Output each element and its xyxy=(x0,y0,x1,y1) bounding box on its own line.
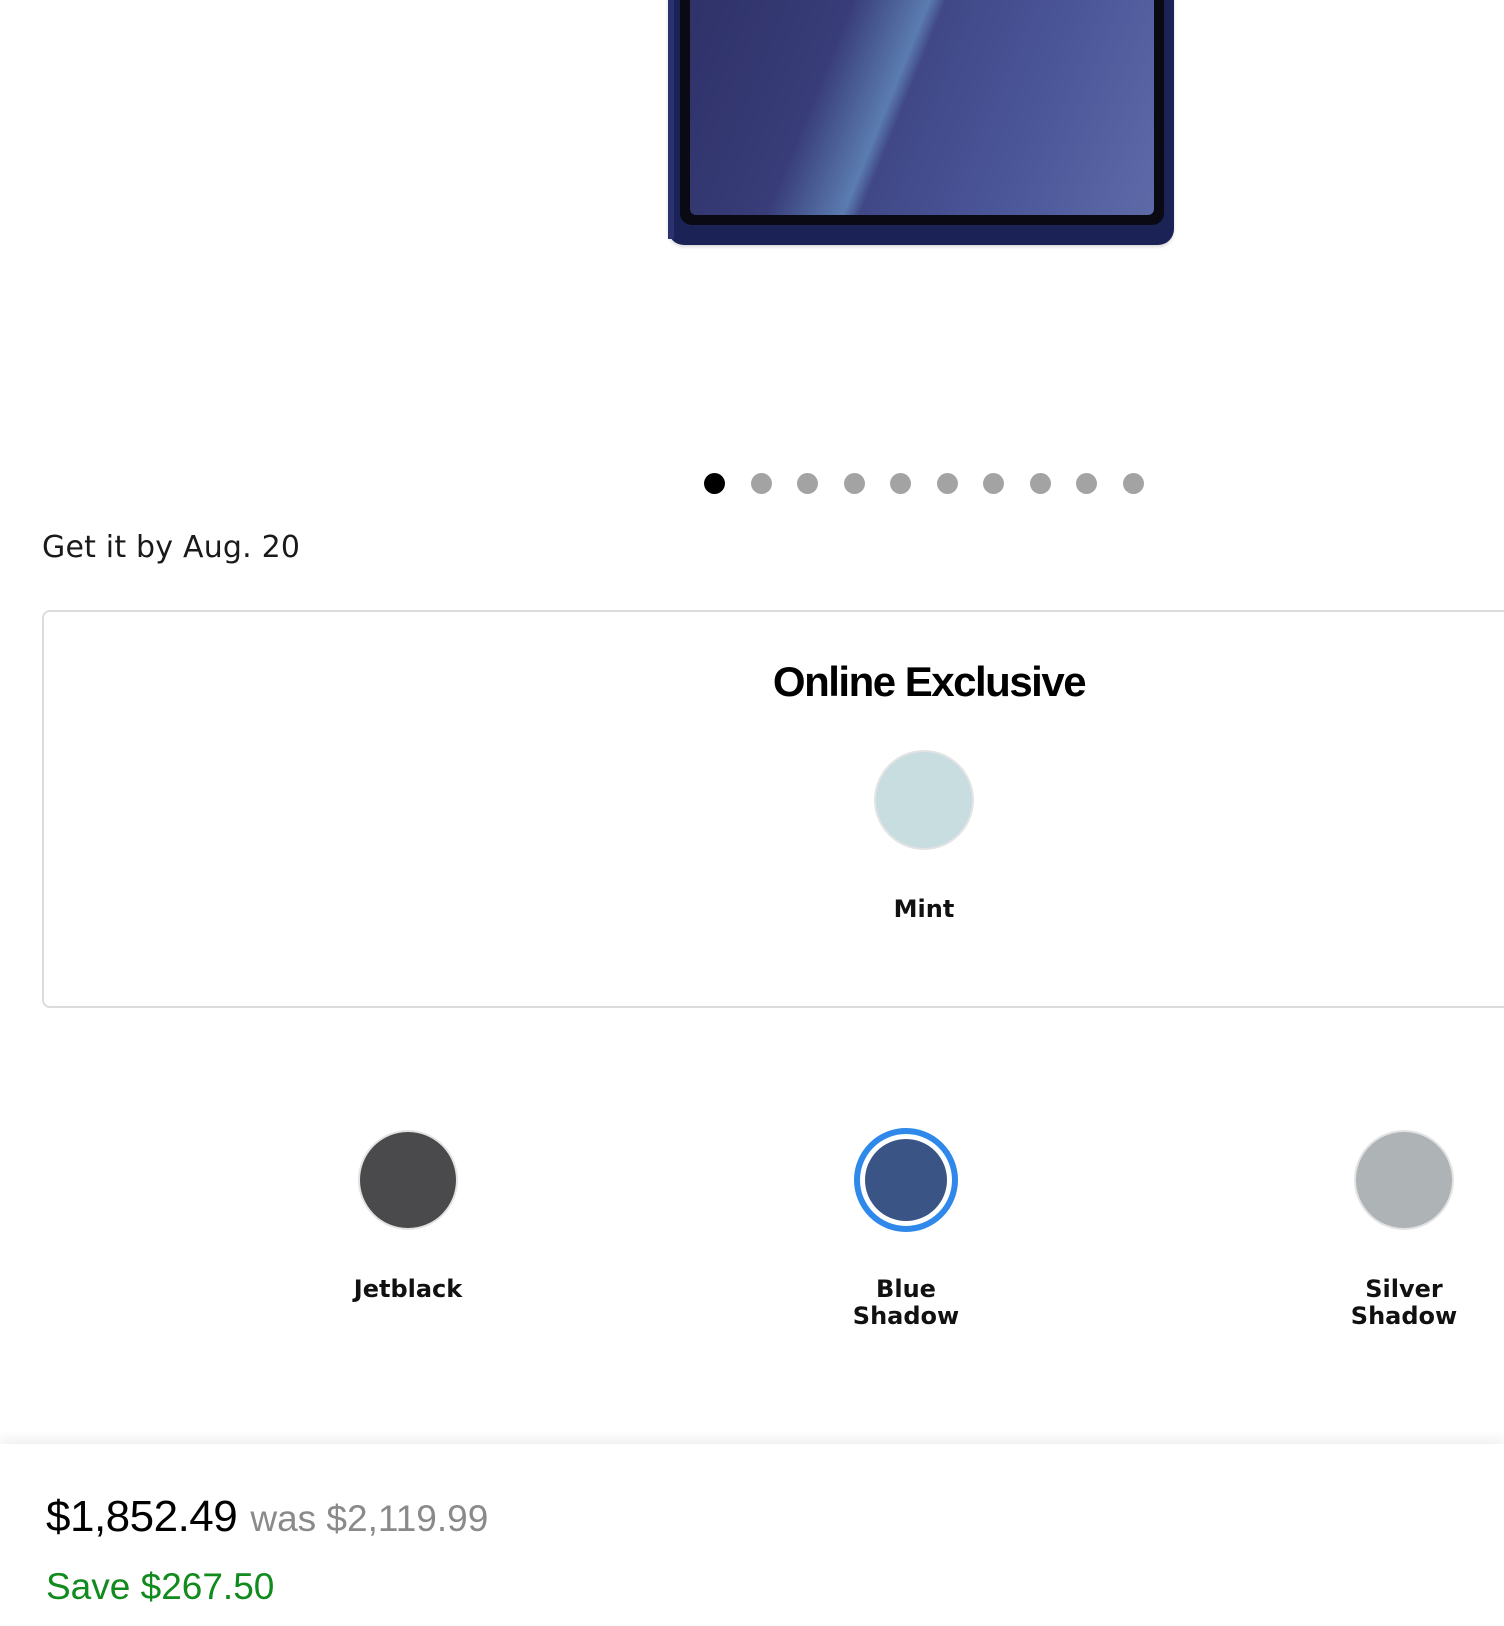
online-exclusive-title: Online Exclusive xyxy=(772,658,1087,705)
swatch-ring xyxy=(356,1128,460,1232)
current-price: $1,852.49 xyxy=(46,1492,238,1541)
swatch-chip xyxy=(865,1139,947,1221)
carousel-dot-10[interactable] xyxy=(1122,473,1144,494)
carousel-pagination xyxy=(704,473,1144,495)
carousel-dot-8[interactable] xyxy=(1029,473,1051,494)
swatch-chip xyxy=(874,750,974,850)
carousel-dot-9[interactable] xyxy=(1076,473,1097,494)
swatch-label: Blue Shadow xyxy=(852,1275,960,1330)
color-swatch-jetblack[interactable]: Jetblack xyxy=(354,1128,462,1303)
device-edge xyxy=(668,0,674,239)
delivery-estimate: Get it by Aug. 20 xyxy=(42,530,301,565)
product-image[interactable] xyxy=(668,0,1174,245)
savings-amount: Save $267.50 xyxy=(46,1566,275,1607)
color-swatch-silver-shadow[interactable]: Silver Shadow xyxy=(1351,1128,1457,1330)
swatch-selected-ring xyxy=(854,1128,958,1232)
device-bezel xyxy=(680,0,1164,225)
carousel-dot-6[interactable] xyxy=(936,473,958,494)
swatch-chip xyxy=(358,1130,458,1230)
price-bar: $1,852.49 was $2,119.99 Save $267.50 xyxy=(0,1444,1504,1626)
swatch-ring xyxy=(1352,1128,1456,1232)
carousel-dot-1[interactable] xyxy=(704,473,725,494)
original-price: was $2,119.99 xyxy=(250,1498,489,1539)
carousel-dot-7[interactable] xyxy=(983,473,1004,494)
swatch-label: Mint xyxy=(893,895,955,923)
carousel-dot-3[interactable] xyxy=(797,473,818,494)
product-image-area xyxy=(0,0,1504,440)
carousel-dot-2[interactable] xyxy=(750,473,772,494)
color-swatch-mint[interactable]: Mint xyxy=(872,748,976,923)
device-screen xyxy=(690,0,1154,215)
color-swatch-blue-shadow[interactable]: Blue Shadow xyxy=(853,1128,959,1330)
swatch-ring xyxy=(872,748,976,852)
price-line: $1,852.49 was $2,119.99 xyxy=(46,1492,488,1542)
carousel-dot-5[interactable] xyxy=(890,473,911,494)
carousel-dot-4[interactable] xyxy=(843,473,865,494)
swatch-label: Jetblack xyxy=(353,1275,463,1303)
swatch-label: Silver Shadow xyxy=(1350,1275,1458,1330)
swatch-chip xyxy=(1354,1130,1454,1230)
